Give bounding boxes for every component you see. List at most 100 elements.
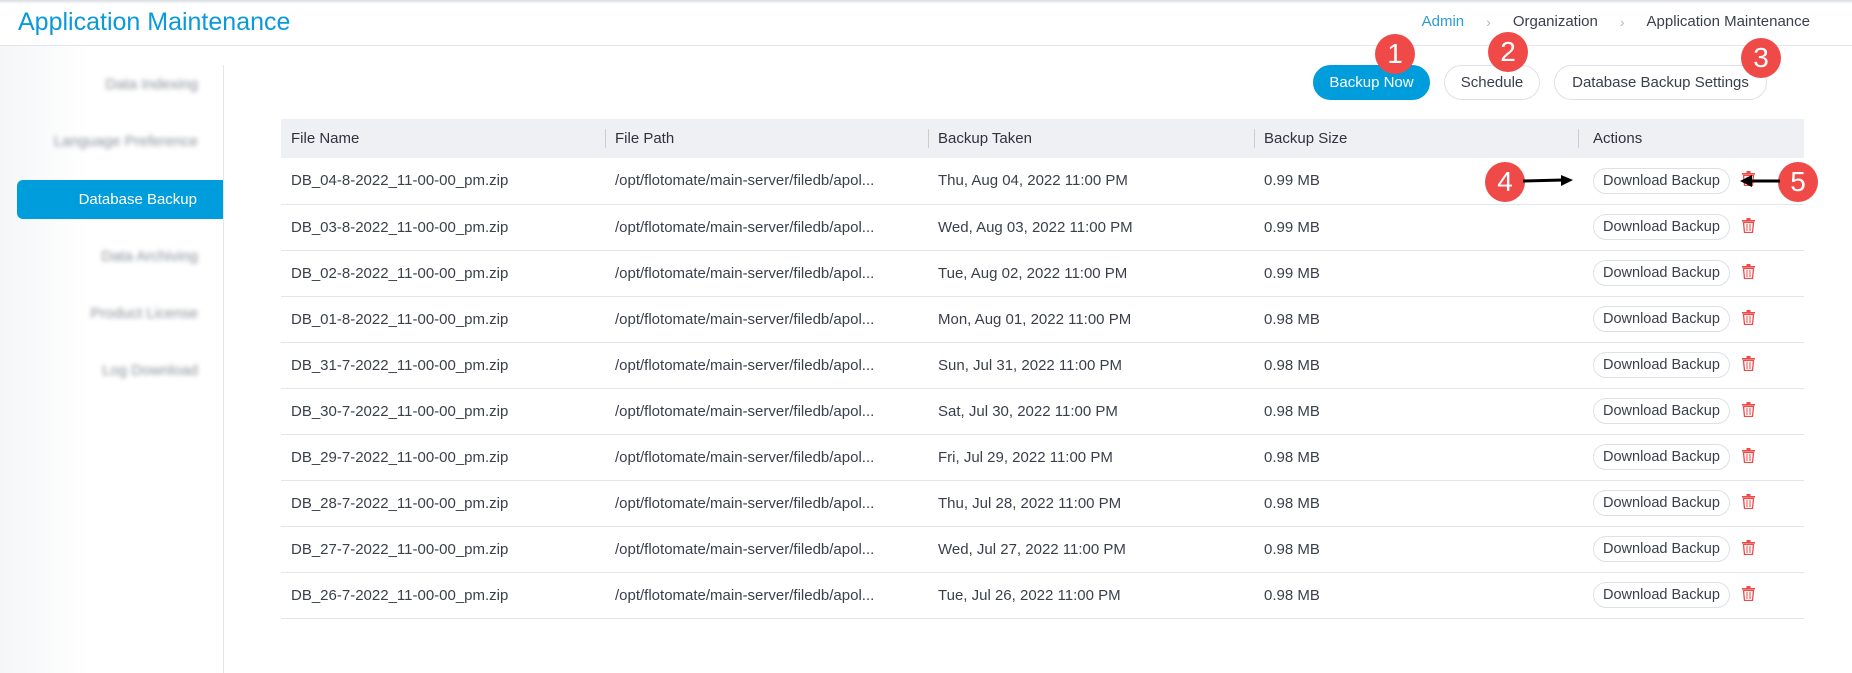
download-backup-button[interactable]: Download Backup bbox=[1593, 444, 1730, 470]
delete-trash-icon[interactable] bbox=[1741, 585, 1755, 605]
actions-cell: Download Backup bbox=[1578, 388, 1804, 435]
delete-trash-icon[interactable] bbox=[1741, 217, 1755, 237]
table-row: DB_31-7-2022_11-00-00_pm.zip/opt/flotoma… bbox=[281, 342, 1804, 389]
download-backup-button[interactable]: Download Backup bbox=[1593, 214, 1730, 240]
header-divider bbox=[0, 45, 1852, 46]
backup-size-cell: 0.98 MB bbox=[1254, 296, 1578, 343]
backup-table: File Name File Path Backup Taken Backup … bbox=[281, 119, 1804, 619]
backup-size-cell: 0.99 MB bbox=[1254, 204, 1578, 251]
sidebar-item-database-backup[interactable]: Database Backup bbox=[17, 180, 223, 219]
backup-size-cell: 0.98 MB bbox=[1254, 434, 1578, 481]
delete-trash-icon[interactable] bbox=[1741, 263, 1755, 283]
download-backup-button[interactable]: Download Backup bbox=[1593, 398, 1730, 424]
file-path-cell: /opt/flotomate/main-server/filedb/apol..… bbox=[605, 388, 928, 435]
file-path-cell: /opt/flotomate/main-server/filedb/apol..… bbox=[605, 158, 928, 205]
column-file-path: File Path bbox=[605, 119, 928, 158]
download-backup-button[interactable]: Download Backup bbox=[1593, 167, 1730, 194]
sidebar-item-data-indexing[interactable]: Data Indexing bbox=[18, 65, 224, 104]
file-path-cell: /opt/flotomate/main-server/filedb/apol..… bbox=[605, 250, 928, 297]
actions-cell: Download Backup bbox=[1578, 204, 1804, 251]
table-row: DB_28-7-2022_11-00-00_pm.zip/opt/flotoma… bbox=[281, 480, 1804, 527]
table-row: DB_03-8-2022_11-00-00_pm.zip/opt/flotoma… bbox=[281, 204, 1804, 251]
file-name-cell: DB_02-8-2022_11-00-00_pm.zip bbox=[281, 250, 605, 297]
download-backup-button[interactable]: Download Backup bbox=[1593, 352, 1730, 378]
backup-taken-cell: Mon, Aug 01, 2022 11:00 PM bbox=[928, 296, 1254, 343]
download-backup-button[interactable]: Download Backup bbox=[1593, 536, 1730, 562]
arrow-right-icon bbox=[1523, 175, 1573, 186]
backup-size-cell: 0.98 MB bbox=[1254, 480, 1578, 527]
sidebar-item-language-preference[interactable]: Language Preference bbox=[18, 122, 224, 161]
callout-3: 3 bbox=[1741, 38, 1781, 78]
table-row: DB_02-8-2022_11-00-00_pm.zip/opt/flotoma… bbox=[281, 250, 1804, 297]
breadcrumb-admin[interactable]: Admin bbox=[1422, 13, 1465, 30]
callout-4: 4 bbox=[1485, 162, 1525, 202]
actions-cell: Download Backup bbox=[1578, 342, 1804, 389]
backup-taken-cell: Thu, Jul 28, 2022 11:00 PM bbox=[928, 480, 1254, 527]
breadcrumb-current: Application Maintenance bbox=[1646, 13, 1810, 30]
backup-taken-cell: Sat, Jul 30, 2022 11:00 PM bbox=[928, 388, 1254, 435]
download-backup-button[interactable]: Download Backup bbox=[1593, 490, 1730, 516]
delete-trash-icon[interactable] bbox=[1741, 355, 1755, 375]
page-title: Application Maintenance bbox=[18, 8, 291, 36]
breadcrumb: Admin › Organization › Application Maint… bbox=[1422, 13, 1810, 30]
delete-trash-icon[interactable] bbox=[1741, 493, 1755, 513]
download-backup-button[interactable]: Download Backup bbox=[1593, 306, 1730, 332]
file-name-cell: DB_03-8-2022_11-00-00_pm.zip bbox=[281, 204, 605, 251]
download-backup-button[interactable]: Download Backup bbox=[1593, 582, 1730, 608]
table-row: DB_27-7-2022_11-00-00_pm.zip/opt/flotoma… bbox=[281, 526, 1804, 573]
sidebar-divider bbox=[223, 65, 224, 673]
table-header: File Name File Path Backup Taken Backup … bbox=[281, 119, 1804, 158]
schedule-button[interactable]: Schedule bbox=[1444, 65, 1540, 100]
backup-size-cell: 0.98 MB bbox=[1254, 526, 1578, 573]
column-backup-size: Backup Size bbox=[1254, 119, 1578, 158]
delete-trash-icon[interactable] bbox=[1741, 401, 1755, 421]
actions-cell: Download Backup bbox=[1578, 526, 1804, 573]
table-row: DB_30-7-2022_11-00-00_pm.zip/opt/flotoma… bbox=[281, 388, 1804, 435]
actions-cell: Download Backup bbox=[1578, 480, 1804, 527]
backup-size-cell: 0.98 MB bbox=[1254, 572, 1578, 619]
callout-5: 5 bbox=[1778, 162, 1818, 202]
arrow-left-icon bbox=[1740, 175, 1780, 187]
file-name-cell: DB_27-7-2022_11-00-00_pm.zip bbox=[281, 526, 605, 573]
delete-trash-icon[interactable] bbox=[1741, 447, 1755, 467]
file-name-cell: DB_31-7-2022_11-00-00_pm.zip bbox=[281, 342, 605, 389]
backup-taken-cell: Sun, Jul 31, 2022 11:00 PM bbox=[928, 342, 1254, 389]
sidebar: Data Indexing Language Preference Databa… bbox=[0, 46, 224, 673]
actions-cell: Download Backup bbox=[1578, 250, 1804, 297]
sidebar-item-data-archiving[interactable]: Data Archiving bbox=[18, 237, 224, 276]
delete-trash-icon[interactable] bbox=[1741, 539, 1755, 559]
file-path-cell: /opt/flotomate/main-server/filedb/apol..… bbox=[605, 480, 928, 527]
actions-cell: Download Backup bbox=[1578, 434, 1804, 481]
chevron-right-icon: › bbox=[1619, 13, 1625, 30]
file-name-cell: DB_30-7-2022_11-00-00_pm.zip bbox=[281, 388, 605, 435]
database-backup-settings-button[interactable]: Database Backup Settings bbox=[1554, 65, 1767, 100]
file-path-cell: /opt/flotomate/main-server/filedb/apol..… bbox=[605, 296, 928, 343]
backup-taken-cell: Tue, Jul 26, 2022 11:00 PM bbox=[928, 572, 1254, 619]
table-row: DB_29-7-2022_11-00-00_pm.zip/opt/flotoma… bbox=[281, 434, 1804, 481]
file-path-cell: /opt/flotomate/main-server/filedb/apol..… bbox=[605, 204, 928, 251]
actions-cell: Download Backup bbox=[1578, 572, 1804, 619]
delete-trash-icon[interactable] bbox=[1741, 309, 1755, 329]
top-shadow bbox=[0, 0, 1852, 4]
download-backup-button[interactable]: Download Backup bbox=[1593, 260, 1730, 286]
file-name-cell: DB_26-7-2022_11-00-00_pm.zip bbox=[281, 572, 605, 619]
column-file-name: File Name bbox=[281, 119, 605, 158]
backup-taken-cell: Fri, Jul 29, 2022 11:00 PM bbox=[928, 434, 1254, 481]
column-backup-taken: Backup Taken bbox=[928, 119, 1254, 158]
sidebar-item-product-license[interactable]: Product License bbox=[18, 294, 224, 333]
sidebar-item-log-download[interactable]: Log Download bbox=[18, 351, 224, 390]
file-name-cell: DB_28-7-2022_11-00-00_pm.zip bbox=[281, 480, 605, 527]
backup-taken-cell: Thu, Aug 04, 2022 11:00 PM bbox=[928, 158, 1254, 205]
chevron-right-icon: › bbox=[1486, 13, 1491, 30]
breadcrumb-organization[interactable]: Organization bbox=[1513, 13, 1598, 30]
backup-now-button[interactable]: Backup Now bbox=[1313, 65, 1430, 100]
file-path-cell: /opt/flotomate/main-server/filedb/apol..… bbox=[605, 434, 928, 481]
file-path-cell: /opt/flotomate/main-server/filedb/apol..… bbox=[605, 526, 928, 573]
backup-taken-cell: Wed, Aug 03, 2022 11:00 PM bbox=[928, 204, 1254, 251]
backup-size-cell: 0.98 MB bbox=[1254, 342, 1578, 389]
callout-2: 2 bbox=[1488, 32, 1528, 72]
table-row: DB_04-8-2022_11-00-00_pm.zip/opt/flotoma… bbox=[281, 158, 1804, 205]
column-actions: Actions bbox=[1578, 119, 1804, 158]
file-name-cell: DB_04-8-2022_11-00-00_pm.zip bbox=[281, 158, 605, 205]
file-name-cell: DB_01-8-2022_11-00-00_pm.zip bbox=[281, 296, 605, 343]
